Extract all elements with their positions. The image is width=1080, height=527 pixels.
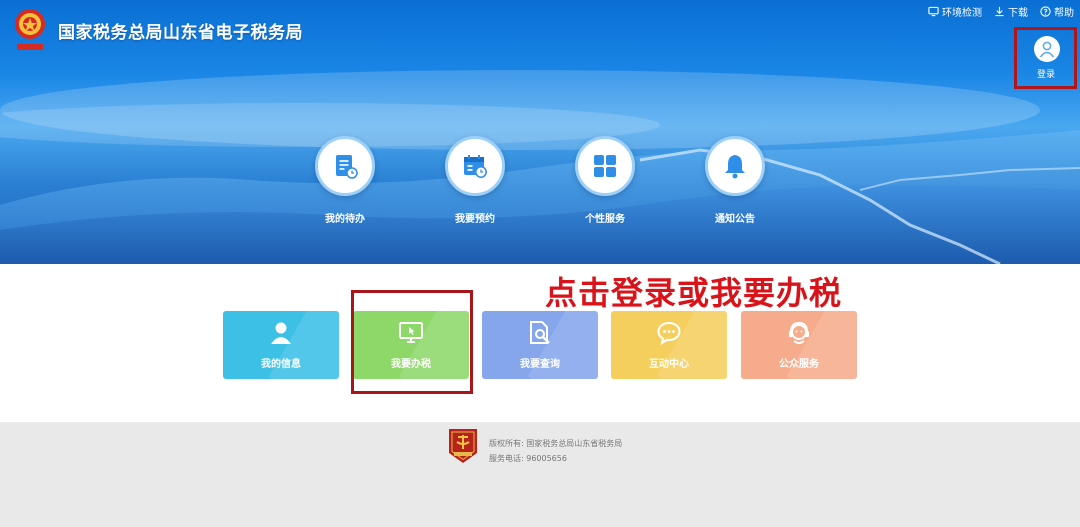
- footer-copyright: 版权所有: 国家税务总局山东省税务局: [489, 439, 623, 448]
- chat-icon: [656, 320, 682, 346]
- tile-label: 互动中心: [649, 359, 689, 370]
- tile-my-info[interactable]: 我的信息: [223, 311, 339, 379]
- header-banner: 国家税务总局山东省电子税务局 环境检测 下载 帮助 登录 我的待办 我要预约 个…: [0, 0, 1080, 264]
- login-highlight-box: [1014, 27, 1077, 89]
- quick-nav-my-todo[interactable]: 我的待办: [305, 136, 385, 225]
- todo-icon: [336, 155, 358, 179]
- site-title: 国家税务总局山东省电子税务局: [58, 23, 303, 43]
- tile-label: 我的信息: [261, 359, 301, 370]
- download-label: 下载: [1008, 8, 1028, 19]
- grid-icon: [594, 155, 616, 177]
- footer-info: 版权所有: 国家税务总局山东省税务局 服务电话: 96005656: [489, 436, 622, 466]
- service-icon: [786, 320, 812, 346]
- download-icon: [995, 6, 1004, 17]
- calendar-clock-icon: [464, 155, 487, 178]
- quick-nav-notice[interactable]: 通知公告: [695, 136, 775, 225]
- monitor-check-icon: [928, 6, 939, 17]
- tile-label: 我要查询: [520, 359, 560, 370]
- tax-handling-highlight-box: [351, 290, 473, 394]
- footer-phone: 服务电话: 96005656: [489, 454, 567, 463]
- quick-nav-personal-service[interactable]: 个性服务: [565, 136, 645, 225]
- quick-nav-label: 我要预约: [455, 214, 495, 225]
- bell-icon: [725, 155, 745, 179]
- quick-nav-label: 我的待办: [325, 214, 365, 225]
- help-label: 帮助: [1054, 8, 1074, 19]
- download-link[interactable]: 下载: [994, 4, 1028, 19]
- quick-nav-label: 通知公告: [715, 214, 755, 225]
- quick-nav-label: 个性服务: [585, 214, 625, 225]
- tax-emblem-logo: [15, 9, 45, 50]
- tile-public-service[interactable]: 公众服务: [741, 311, 857, 379]
- tile-interaction-center[interactable]: 互动中心: [611, 311, 727, 379]
- tile-label: 公众服务: [779, 359, 819, 370]
- search-doc-icon: [527, 320, 553, 346]
- help-icon: [1040, 6, 1051, 17]
- help-link[interactable]: 帮助: [1040, 4, 1074, 19]
- tile-query[interactable]: 我要查询: [482, 311, 598, 379]
- top-links: 环境检测 下载 帮助: [928, 4, 1074, 19]
- environment-check-link[interactable]: 环境检测: [928, 4, 982, 19]
- environment-check-label: 环境检测: [942, 8, 982, 19]
- quick-nav-appointment[interactable]: 我要预约: [435, 136, 515, 225]
- annotation-text: 点击登录或我要办税: [545, 274, 843, 312]
- footer-tax-badge-logo: [449, 429, 477, 463]
- user-icon: [268, 320, 294, 346]
